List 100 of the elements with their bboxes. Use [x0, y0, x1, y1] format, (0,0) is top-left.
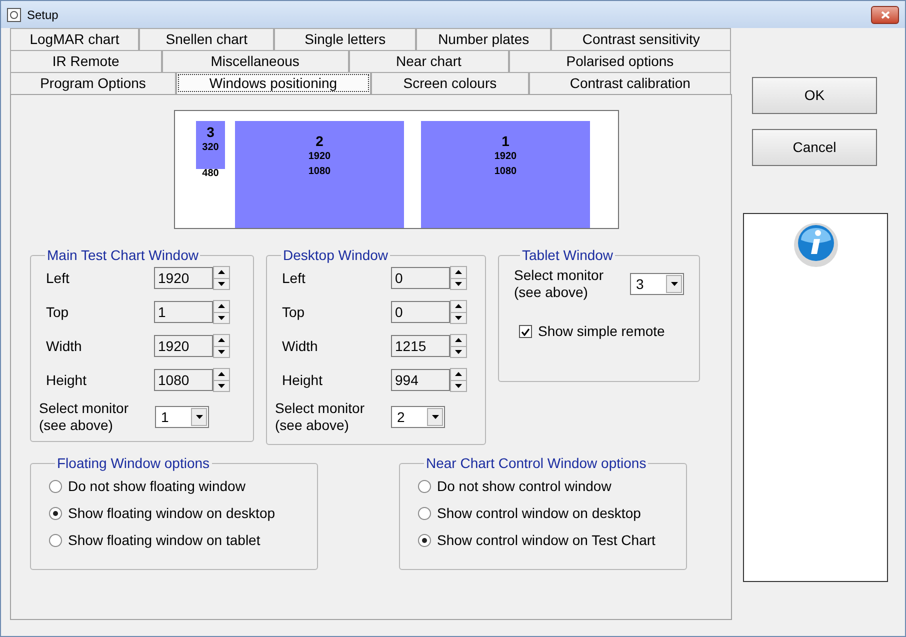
tab[interactable]: Number plates [416, 28, 552, 50]
field-label: Select monitor (see above) [514, 267, 604, 301]
radio-button[interactable] [49, 507, 62, 520]
number-field[interactable]: 994 [391, 369, 450, 391]
monitor-height: 1080 [308, 165, 331, 179]
radio-label: Do not show control window [437, 477, 612, 496]
down-arrow-icon [455, 384, 462, 388]
field-label: Select monitor (see above) [275, 400, 366, 434]
radio-label: Do not show floating window [68, 477, 246, 496]
monitor-dropdown[interactable]: 2 [391, 406, 445, 428]
tab[interactable]: Contrast calibration [529, 72, 731, 94]
up-arrow-icon [218, 270, 225, 274]
check-icon [521, 328, 530, 336]
up-arrow-icon [455, 338, 462, 342]
up-arrow-icon [218, 338, 225, 342]
spin-buttons[interactable] [213, 368, 230, 392]
radio-label: Show floating window on tablet [68, 531, 260, 550]
dialog-button[interactable]: OK [752, 77, 877, 114]
group-title: Floating Window options [56, 455, 211, 471]
radio-button[interactable] [49, 480, 62, 493]
tab[interactable]: Screen colours [370, 72, 530, 94]
monitor-number: 3 [206, 123, 214, 141]
up-arrow-icon [218, 304, 225, 308]
radio-button[interactable] [418, 480, 431, 493]
down-arrow-icon [455, 316, 462, 320]
dialog-button[interactable]: Cancel [752, 129, 877, 166]
tab[interactable]: LogMAR chart [10, 28, 139, 50]
radio-label: Show control window on Test Chart [437, 531, 656, 550]
window-title: Setup [27, 6, 60, 24]
radio-label: Show control window on desktop [437, 504, 641, 523]
checkbox[interactable] [519, 325, 532, 338]
tab[interactable]: Polarised options [508, 50, 731, 72]
field-label: Width [282, 336, 319, 356]
number-field[interactable]: 1215 [391, 335, 450, 357]
down-arrow-icon [218, 282, 225, 286]
down-arrow-icon [455, 282, 462, 286]
monitor-dropdown[interactable]: 3 [630, 273, 684, 295]
down-arrow-icon [218, 316, 225, 320]
radio-button[interactable] [418, 507, 431, 520]
spin-buttons[interactable] [450, 266, 467, 290]
number-field[interactable]: 0 [391, 267, 450, 289]
number-field[interactable]: 1920 [154, 267, 213, 289]
monitor-width: 1920 [308, 150, 331, 164]
tab[interactable]: Windows positioning [176, 72, 370, 94]
down-arrow-icon [455, 350, 462, 354]
group-title: Desktop Window [282, 247, 390, 263]
close-icon [880, 10, 890, 18]
spin-buttons[interactable] [450, 300, 467, 324]
spin-buttons[interactable] [213, 266, 230, 290]
monitor-number: 2 [316, 133, 324, 149]
monitor-width: 1920 [494, 150, 517, 164]
spin-buttons[interactable] [213, 300, 230, 324]
field-label: Left [46, 268, 70, 288]
caret-icon [432, 415, 438, 419]
up-arrow-icon [218, 372, 225, 376]
group-title: Near Chart Control Window options [425, 455, 648, 471]
number-field[interactable]: 1920 [154, 335, 213, 357]
monitor-height: 480 [202, 168, 219, 180]
field-label: Height [282, 370, 324, 390]
tab[interactable]: Miscellaneous [162, 50, 348, 72]
app-icon [7, 8, 21, 22]
spin-buttons[interactable] [450, 334, 467, 358]
tab[interactable]: Near chart [348, 50, 509, 72]
field-label: Left [282, 268, 306, 288]
radio-label: Show floating window on desktop [68, 504, 276, 523]
dropdown-value: 3 [635, 274, 645, 294]
field-label: Top [46, 302, 70, 322]
monitor-number: 1 [502, 133, 510, 149]
number-field[interactable]: 1080 [154, 369, 213, 391]
spin-buttons[interactable] [213, 334, 230, 358]
caret-icon [196, 415, 202, 419]
field-label: Top [282, 302, 306, 322]
monitor-dropdown[interactable]: 1 [155, 406, 209, 428]
group-title: Main Test Chart Window [46, 247, 200, 263]
field-label: Select monitor (see above) [39, 400, 130, 434]
number-field[interactable]: 1 [154, 301, 213, 323]
down-arrow-icon [218, 350, 225, 354]
down-arrow-icon [218, 384, 225, 388]
checkbox-label: Show simple remote [538, 322, 665, 341]
radio-button[interactable] [49, 534, 62, 547]
radio-button[interactable] [418, 534, 431, 547]
field-label: Height [46, 370, 88, 390]
group-title: Tablet Window [521, 247, 614, 263]
up-arrow-icon [455, 304, 462, 308]
field-label: Width [46, 336, 83, 356]
tab[interactable]: Program Options [10, 72, 176, 94]
spin-buttons[interactable] [450, 368, 467, 392]
tab[interactable]: Snellen chart [138, 28, 274, 50]
number-field[interactable]: 0 [391, 301, 450, 323]
tab[interactable]: IR Remote [10, 50, 162, 72]
up-arrow-icon [455, 270, 462, 274]
monitor-width: 320 [202, 141, 219, 154]
tab[interactable]: Single letters [274, 28, 416, 50]
monitor-height: 1080 [494, 165, 517, 179]
tab[interactable]: Contrast sensitivity [551, 28, 731, 50]
dropdown-value: 1 [160, 408, 170, 426]
caret-icon [670, 282, 678, 286]
close-button[interactable] [871, 6, 899, 24]
info-icon [792, 220, 840, 268]
dropdown-value: 2 [396, 408, 406, 426]
